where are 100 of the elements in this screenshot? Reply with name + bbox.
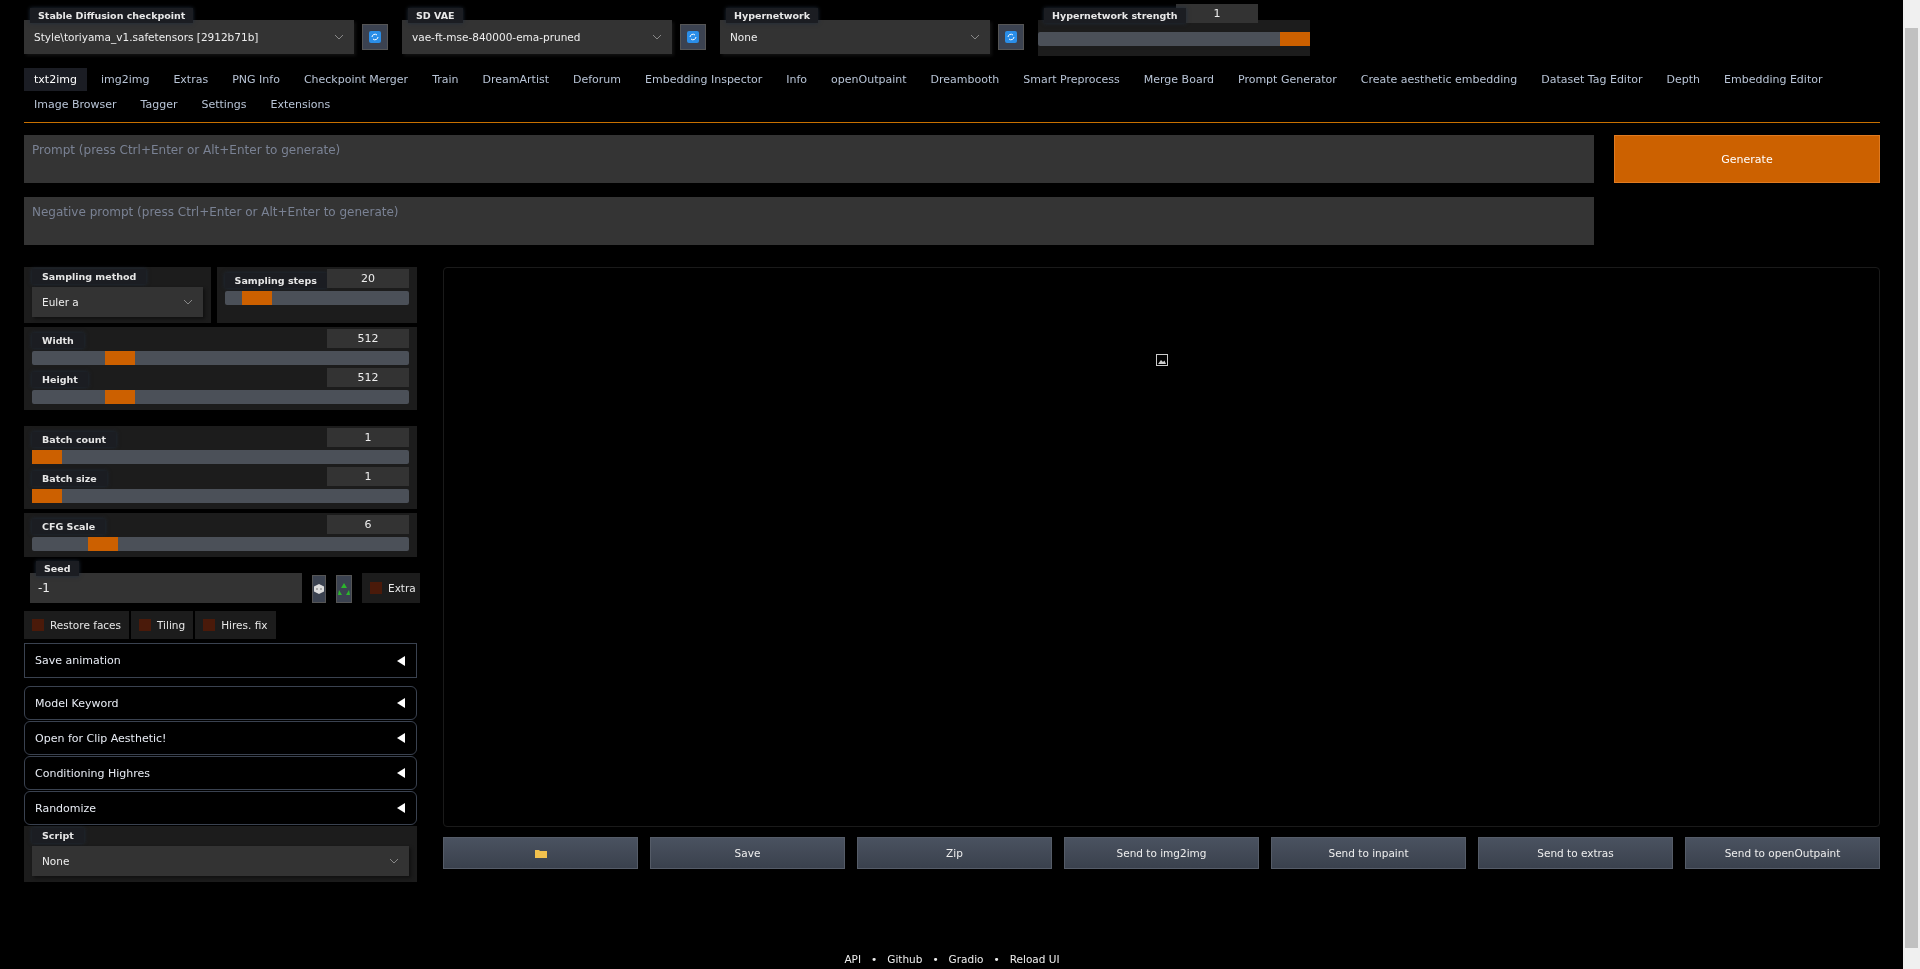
tab[interactable]: Dataset Tag Editor xyxy=(1531,68,1653,91)
slider-thumb[interactable] xyxy=(32,489,62,503)
slider-label: Width xyxy=(32,333,84,348)
tab[interactable]: Prompt Generator xyxy=(1227,68,1347,91)
tab[interactable]: Dreambooth xyxy=(920,68,1010,91)
slider-track[interactable] xyxy=(1038,32,1310,46)
scrollbar[interactable] xyxy=(1903,0,1920,969)
slider-track[interactable] xyxy=(224,291,409,305)
tab[interactable]: txt2img xyxy=(24,68,87,91)
option-checkbox[interactable]: Hires. fix xyxy=(195,611,276,639)
action-button[interactable]: Send to extras xyxy=(1478,837,1673,869)
tab[interactable]: PNG Info xyxy=(222,68,290,91)
accordion-header[interactable]: Conditioning Highres xyxy=(24,756,417,790)
dropdown-label: Hypernetwork xyxy=(726,8,819,23)
number-field[interactable]: 1 xyxy=(327,467,409,486)
footer-link[interactable]: Reload UI xyxy=(1009,953,1060,965)
option-checkbox[interactable]: Restore faces xyxy=(24,611,129,639)
extra-checkbox[interactable]: Extra xyxy=(362,573,420,603)
number-field[interactable]: 512 xyxy=(327,368,409,387)
slider-label: Sampling steps xyxy=(224,273,327,288)
footer-link[interactable]: Gradio xyxy=(948,953,984,965)
slider-thumb[interactable] xyxy=(1280,32,1310,46)
scrollbar-thumb[interactable] xyxy=(1905,28,1918,948)
chevron-down-icon xyxy=(334,34,344,40)
tab[interactable]: Checkpoint Merger xyxy=(293,68,419,91)
refresh-button[interactable] xyxy=(680,24,706,50)
tab[interactable]: Merge Board xyxy=(1133,68,1224,91)
refresh-button[interactable] xyxy=(362,24,388,50)
tab[interactable]: Extras xyxy=(163,68,219,91)
seed-field[interactable]: -1 xyxy=(30,573,302,603)
dropdown[interactable]: Euler a xyxy=(32,287,203,317)
action-button[interactable]: Send to img2img xyxy=(1064,837,1259,869)
separator-dot: • xyxy=(993,953,1000,965)
separator-dot: • xyxy=(871,953,878,965)
refresh-button[interactable] xyxy=(998,24,1024,50)
separator-dot: • xyxy=(932,953,939,965)
number-field[interactable]: 1 xyxy=(327,428,409,447)
tab[interactable]: Deforum xyxy=(563,68,632,91)
footer-link[interactable]: Github xyxy=(887,953,923,965)
slider-label: Hypernetwork strength xyxy=(1044,8,1186,23)
open-folder-button[interactable] xyxy=(443,837,638,869)
slider-thumb[interactable] xyxy=(32,450,62,464)
slider-track[interactable] xyxy=(32,351,409,365)
tab[interactable]: Image Browser xyxy=(24,93,127,116)
slider-label: CFG Scale xyxy=(32,519,106,534)
accordion-header[interactable]: Open for Clip Aesthetic! xyxy=(24,721,417,755)
tab[interactable]: Train xyxy=(422,68,469,91)
tab[interactable]: img2img xyxy=(90,68,160,91)
accordion-header[interactable]: Save animation xyxy=(24,643,417,678)
slider-label: Height xyxy=(32,372,88,387)
action-button[interactable]: Send to openOutpaint xyxy=(1685,837,1880,869)
tab[interactable]: Info xyxy=(776,68,818,91)
action-button[interactable]: Save xyxy=(650,837,845,869)
slider-track[interactable] xyxy=(32,489,409,503)
prompt-field[interactable]: Prompt (press Ctrl+Enter or Alt+Enter to generate) xyxy=(24,135,1594,183)
slider-label: Batch count xyxy=(32,432,117,447)
image-icon xyxy=(1155,354,1168,366)
tab[interactable]: Settings xyxy=(191,93,257,116)
slider-thumb[interactable] xyxy=(241,291,272,305)
slider-track[interactable] xyxy=(32,450,409,464)
generate-button[interactable]: Generate xyxy=(1614,135,1880,183)
tab[interactable]: openOutpaint xyxy=(821,68,917,91)
tab[interactable]: Embedding Editor xyxy=(1714,68,1833,91)
footer-link[interactable]: API xyxy=(844,953,862,965)
slider-thumb[interactable] xyxy=(87,537,118,551)
dropdown[interactable]: Style\toriyama_v1.safetensors [2912b71b] xyxy=(24,20,354,54)
recycle-button[interactable] xyxy=(336,575,352,603)
dropdown[interactable]: vae-ft-mse-840000-ema-pruned xyxy=(402,20,672,54)
seed-label: Seed xyxy=(36,561,79,576)
chevron-down-icon xyxy=(182,299,193,305)
action-button[interactable]: Zip xyxy=(857,837,1052,869)
number-field[interactable]: 512 xyxy=(327,329,409,348)
tab[interactable]: Tagger xyxy=(130,93,188,116)
tab[interactable]: Smart Preprocess xyxy=(1013,68,1130,91)
number-field[interactable]: 1 xyxy=(1176,4,1258,23)
dropdown-label: SD VAE xyxy=(408,8,463,23)
slider-label: Batch size xyxy=(32,471,107,486)
chevron-down-icon xyxy=(970,34,980,40)
tab[interactable]: Extensions xyxy=(260,93,341,116)
tab[interactable]: Depth xyxy=(1656,68,1710,91)
option-checkbox[interactable]: Tiling xyxy=(131,611,194,639)
slider-track[interactable] xyxy=(32,537,409,551)
tab[interactable]: Create aesthetic embedding xyxy=(1350,68,1528,91)
number-field[interactable]: 6 xyxy=(327,515,409,534)
dice-icon xyxy=(313,583,325,595)
slider-track[interactable] xyxy=(32,390,409,404)
action-button[interactable]: Send to inpaint xyxy=(1271,837,1466,869)
accordion-header[interactable]: Model Keyword xyxy=(24,686,417,720)
slider-thumb[interactable] xyxy=(104,390,135,404)
number-field[interactable]: 20 xyxy=(327,269,409,288)
dropdown[interactable]: None xyxy=(720,20,990,54)
dropdown[interactable]: None xyxy=(32,846,409,876)
tab[interactable]: DreamArtist xyxy=(472,68,559,91)
slider-thumb[interactable] xyxy=(104,351,135,365)
tab[interactable]: Embedding Inspector xyxy=(635,68,773,91)
dice-button[interactable] xyxy=(312,575,326,603)
accordion-header[interactable]: Randomize xyxy=(24,791,417,825)
refresh-icon xyxy=(369,31,381,43)
negative-prompt-field[interactable]: Negative prompt (press Ctrl+Enter or Alt+Enter to generate) xyxy=(24,197,1594,245)
chevron-down-icon xyxy=(389,858,399,864)
